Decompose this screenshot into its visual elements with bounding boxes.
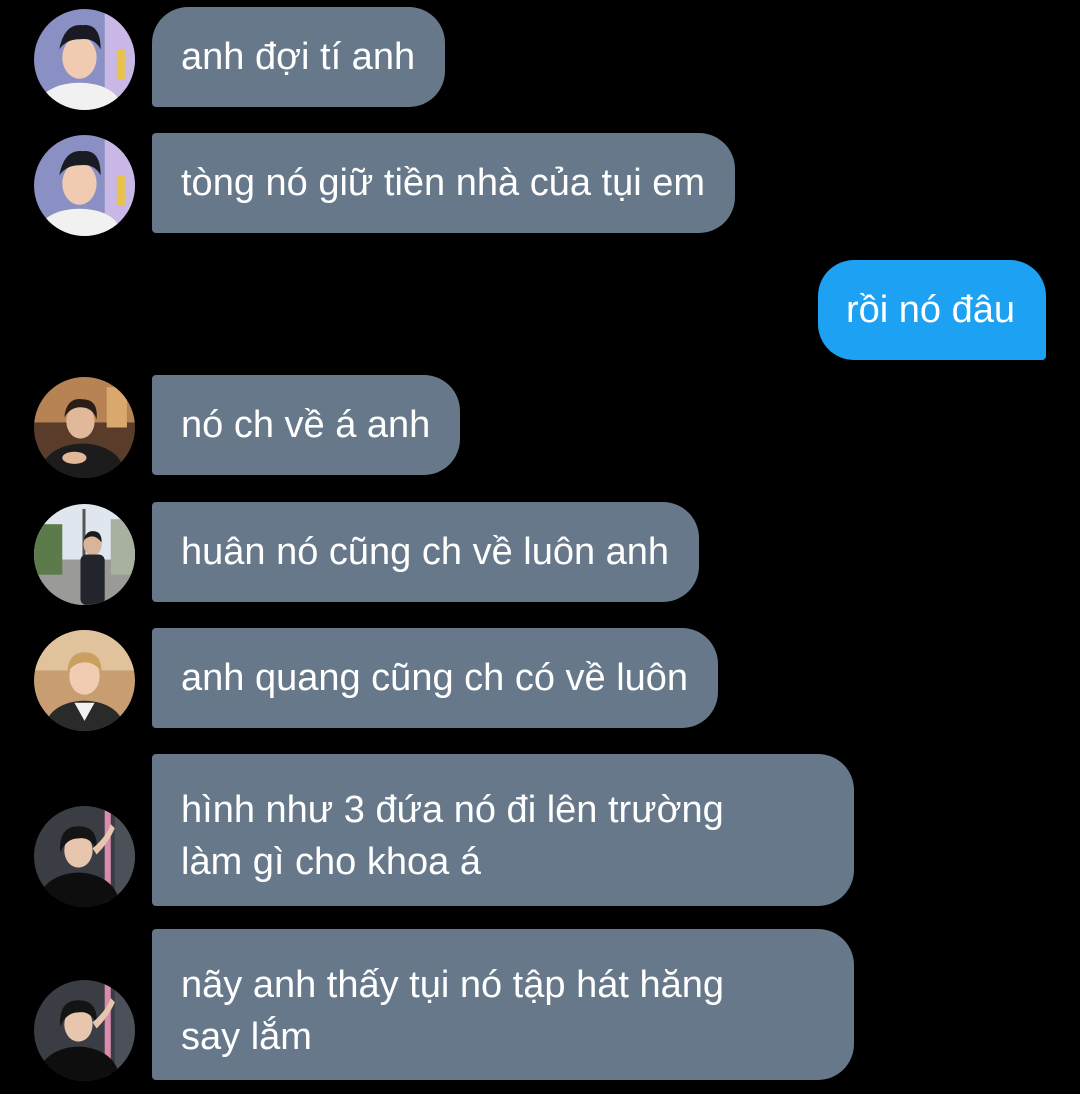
message-bubble[interactable]: anh đợi tí anh: [152, 7, 446, 107]
avatar-photo-man-suit: [34, 377, 135, 478]
avatar-photo-smiling-man: [34, 135, 135, 236]
avatar-photo-man-blonde: [34, 630, 135, 731]
message-line: say lắm: [181, 1016, 312, 1058]
avatar[interactable]: [34, 377, 135, 478]
avatar-photo-smiling-man: [34, 9, 135, 110]
avatar[interactable]: [34, 135, 135, 236]
message-bubble[interactable]: anh quang cũng ch có về luôn: [152, 628, 719, 728]
message-bubble[interactable]: hình như 3 đứa nó đi lên trường làm gì c…: [152, 754, 854, 906]
message-bubble[interactable]: nãy anh thấy tụi nó tập hát hăng say lắm: [152, 929, 854, 1080]
message-line: nãy anh thấy tụi nó tập hát hăng: [181, 964, 724, 1006]
message-line: hình như 3 đứa nó đi lên trường: [181, 789, 724, 831]
avatar[interactable]: [34, 806, 135, 907]
avatar[interactable]: [34, 980, 135, 1081]
message-bubble[interactable]: tòng nó giữ tiền nhà của tụi em: [152, 133, 736, 233]
message-line: làm gì cho khoa á: [181, 841, 481, 883]
message-bubble[interactable]: huân nó cũng ch về luôn anh: [152, 502, 700, 602]
avatar[interactable]: [34, 630, 135, 731]
avatar[interactable]: [34, 9, 135, 110]
message-bubble-outgoing[interactable]: rồi nó đâu: [817, 260, 1046, 360]
message-bubble[interactable]: nó ch về á anh: [152, 375, 461, 475]
avatar-photo-street: [34, 504, 135, 605]
avatar-photo-black-shirt: [34, 806, 135, 907]
avatar[interactable]: [34, 504, 135, 605]
avatar-photo-black-shirt: [34, 980, 135, 1081]
